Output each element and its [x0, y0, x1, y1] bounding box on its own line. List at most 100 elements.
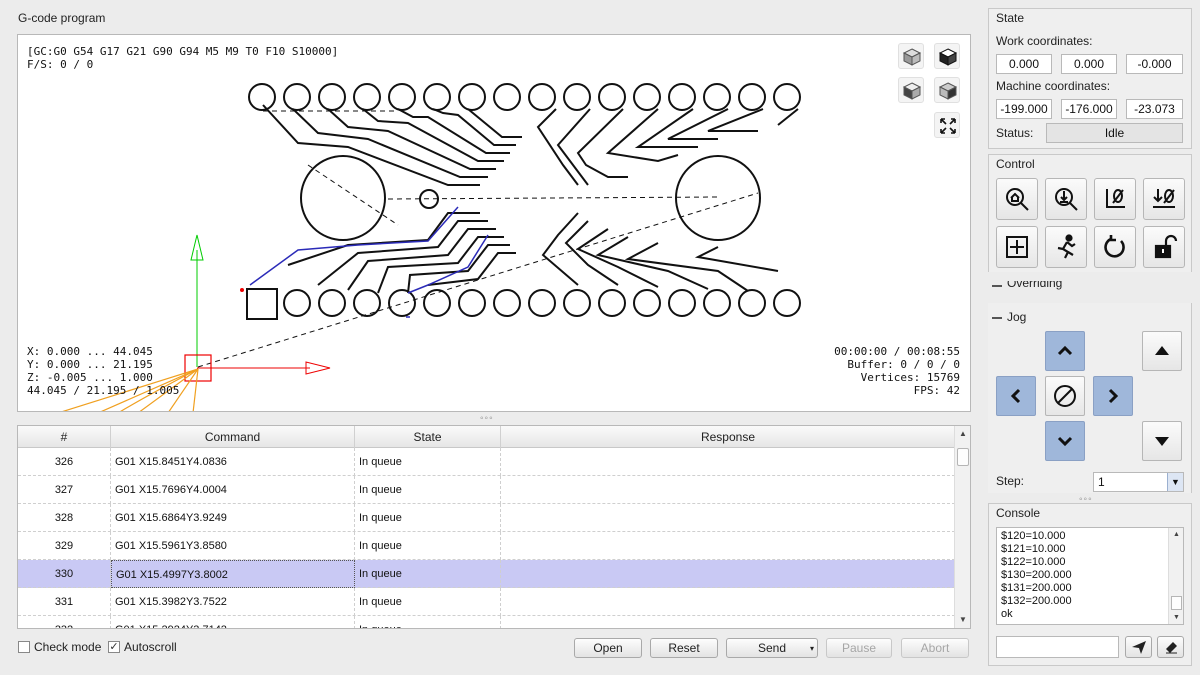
jog-z-minus-icon[interactable]: [1142, 421, 1182, 461]
top-pad: [423, 83, 451, 111]
zero-xy-icon[interactable]: [1094, 178, 1136, 220]
fit-view-icon[interactable]: [934, 112, 960, 138]
overriding-clip: [988, 272, 1192, 281]
parser-state: [GC:G0 G54 G17 G21 G90 G94 M5 M9 T0 F10 …: [27, 45, 339, 58]
scroll-down-icon[interactable]: ▼: [955, 612, 970, 628]
traces-bottom-left: [287, 212, 516, 294]
check-mode-label[interactable]: Check mode: [34, 640, 101, 654]
view-top-icon[interactable]: [934, 43, 960, 69]
machine-x-field: -199.000: [996, 99, 1052, 119]
top-pad: [668, 83, 696, 111]
range-y: Y: 0.000 ... 21.195: [27, 358, 153, 371]
control-title: Control: [996, 157, 1035, 171]
bottom-pad: [353, 289, 381, 317]
run-safe-position-icon[interactable]: [1045, 226, 1087, 268]
console-output[interactable]: $120=10.000 $121=10.000 $122=10.000 $130…: [996, 527, 1184, 625]
top-pad: [458, 83, 486, 111]
jog-stop-icon[interactable]: [1045, 376, 1085, 416]
view-iso-icon[interactable]: [898, 43, 924, 69]
mount-hole-right: [675, 155, 761, 241]
row-response: [501, 616, 955, 628]
toolpath-drawing: [62, 83, 801, 411]
row-response: [501, 476, 955, 504]
table-row[interactable]: 327 G01 X15.7696Y4.0004 In queue: [18, 476, 955, 504]
zero-z-icon[interactable]: [1143, 178, 1185, 220]
row-state: In queue: [355, 588, 501, 616]
check-mode-checkbox[interactable]: [18, 641, 30, 653]
jog-title[interactable]: Jog: [1007, 310, 1026, 324]
send-command-icon[interactable]: [1125, 636, 1152, 658]
jog-y-minus-icon[interactable]: [1045, 421, 1085, 461]
table-row[interactable]: 329 G01 X15.5961Y3.8580 In queue: [18, 532, 955, 560]
send-button[interactable]: Send ▾: [726, 638, 818, 658]
table-row[interactable]: 326 G01 X15.8451Y4.0836 In queue: [18, 448, 955, 476]
jog-x-minus-icon[interactable]: [996, 376, 1036, 416]
splitter-handle[interactable]: ◦◦◦: [480, 413, 494, 424]
table-row[interactable]: 332 G01 X15.2924Y3.7142 In queue: [18, 616, 955, 628]
console-scrollbar[interactable]: ▲ ▼: [1168, 528, 1183, 624]
state-title: State: [996, 11, 1025, 25]
pause-button[interactable]: Pause: [826, 638, 892, 658]
overriding-collapse-icon[interactable]: [992, 285, 1002, 287]
col-header-num[interactable]: #: [18, 426, 111, 448]
scroll-thumb[interactable]: [957, 448, 969, 466]
jog-x-plus-icon[interactable]: [1093, 376, 1133, 416]
clear-console-icon[interactable]: [1157, 636, 1184, 658]
reset-button[interactable]: Reset: [650, 638, 718, 658]
row-response: [501, 504, 955, 532]
row-command: G01 X15.4997Y3.8002: [111, 560, 355, 588]
row-state: In queue: [355, 476, 501, 504]
jog-y-plus-icon[interactable]: [1045, 331, 1085, 371]
view-front-icon[interactable]: [898, 77, 924, 103]
console-line: $132=200.000: [1001, 595, 1072, 607]
col-header-response[interactable]: Response: [501, 426, 955, 448]
top-pad: [318, 83, 346, 111]
step-dropdown-arrow-icon[interactable]: ▼: [1167, 473, 1183, 491]
scroll-up-icon[interactable]: ▲: [955, 426, 970, 442]
col-header-state[interactable]: State: [355, 426, 501, 448]
gcode-table[interactable]: # Command State Response 326 G01 X15.845…: [17, 425, 971, 629]
work-x-field: 0.000: [996, 54, 1052, 74]
col-header-command[interactable]: Command: [111, 426, 355, 448]
table-row[interactable]: 331 G01 X15.3982Y3.7522 In queue: [18, 588, 955, 616]
console-command-input[interactable]: [996, 636, 1119, 658]
row-state: In queue: [355, 560, 501, 588]
step-label: Step:: [996, 474, 1025, 488]
autoscroll-checkbox[interactable]: ✓: [108, 641, 120, 653]
row-num: 329: [18, 532, 111, 560]
top-pad: [388, 83, 416, 111]
bottom-pad: [633, 289, 661, 317]
completed-path: [249, 206, 489, 318]
console-line: $131=200.000: [1001, 582, 1072, 594]
bottom-pad: [423, 289, 451, 317]
square-pad: [246, 288, 278, 320]
top-pad: [738, 83, 766, 111]
row-response: [501, 448, 955, 476]
feed-speed: F/S: 0 / 0: [27, 58, 94, 71]
machine-y-field: -176.000: [1061, 99, 1117, 119]
visualizer-3d[interactable]: [GC:G0 G54 G17 G21 G90 G94 M5 M9 T0 F10 …: [17, 34, 971, 412]
step-select[interactable]: 1 ▼: [1093, 472, 1184, 492]
top-pad-row: [248, 83, 801, 111]
autoscroll-label[interactable]: Autoscroll: [124, 640, 177, 654]
console-line: $122=10.000: [1001, 556, 1066, 568]
abort-button[interactable]: Abort: [901, 638, 969, 658]
jog-z-plus-icon[interactable]: [1142, 331, 1182, 371]
row-response: [501, 532, 955, 560]
table-scrollbar[interactable]: ▲ ▼: [954, 426, 970, 628]
unlock-icon[interactable]: [1143, 226, 1185, 268]
console-scroll-down-icon[interactable]: ▼: [1170, 611, 1183, 624]
row-num: 327: [18, 476, 111, 504]
console-scroll-up-icon[interactable]: ▲: [1170, 528, 1183, 541]
home-search-icon[interactable]: [996, 178, 1038, 220]
console-scroll-thumb[interactable]: [1171, 596, 1182, 610]
reset-icon[interactable]: [1094, 226, 1136, 268]
table-row-selected[interactable]: 330 G01 X15.4997Y3.8002 In queue: [18, 560, 955, 588]
return-xy-icon[interactable]: [996, 226, 1038, 268]
probe-z-icon[interactable]: [1045, 178, 1087, 220]
open-button[interactable]: Open: [574, 638, 642, 658]
table-row[interactable]: 328 G01 X15.6864Y3.9249 In queue: [18, 504, 955, 532]
row-state: In queue: [355, 504, 501, 532]
view-left-icon[interactable]: [934, 77, 960, 103]
jog-collapse-icon[interactable]: [992, 317, 1002, 319]
